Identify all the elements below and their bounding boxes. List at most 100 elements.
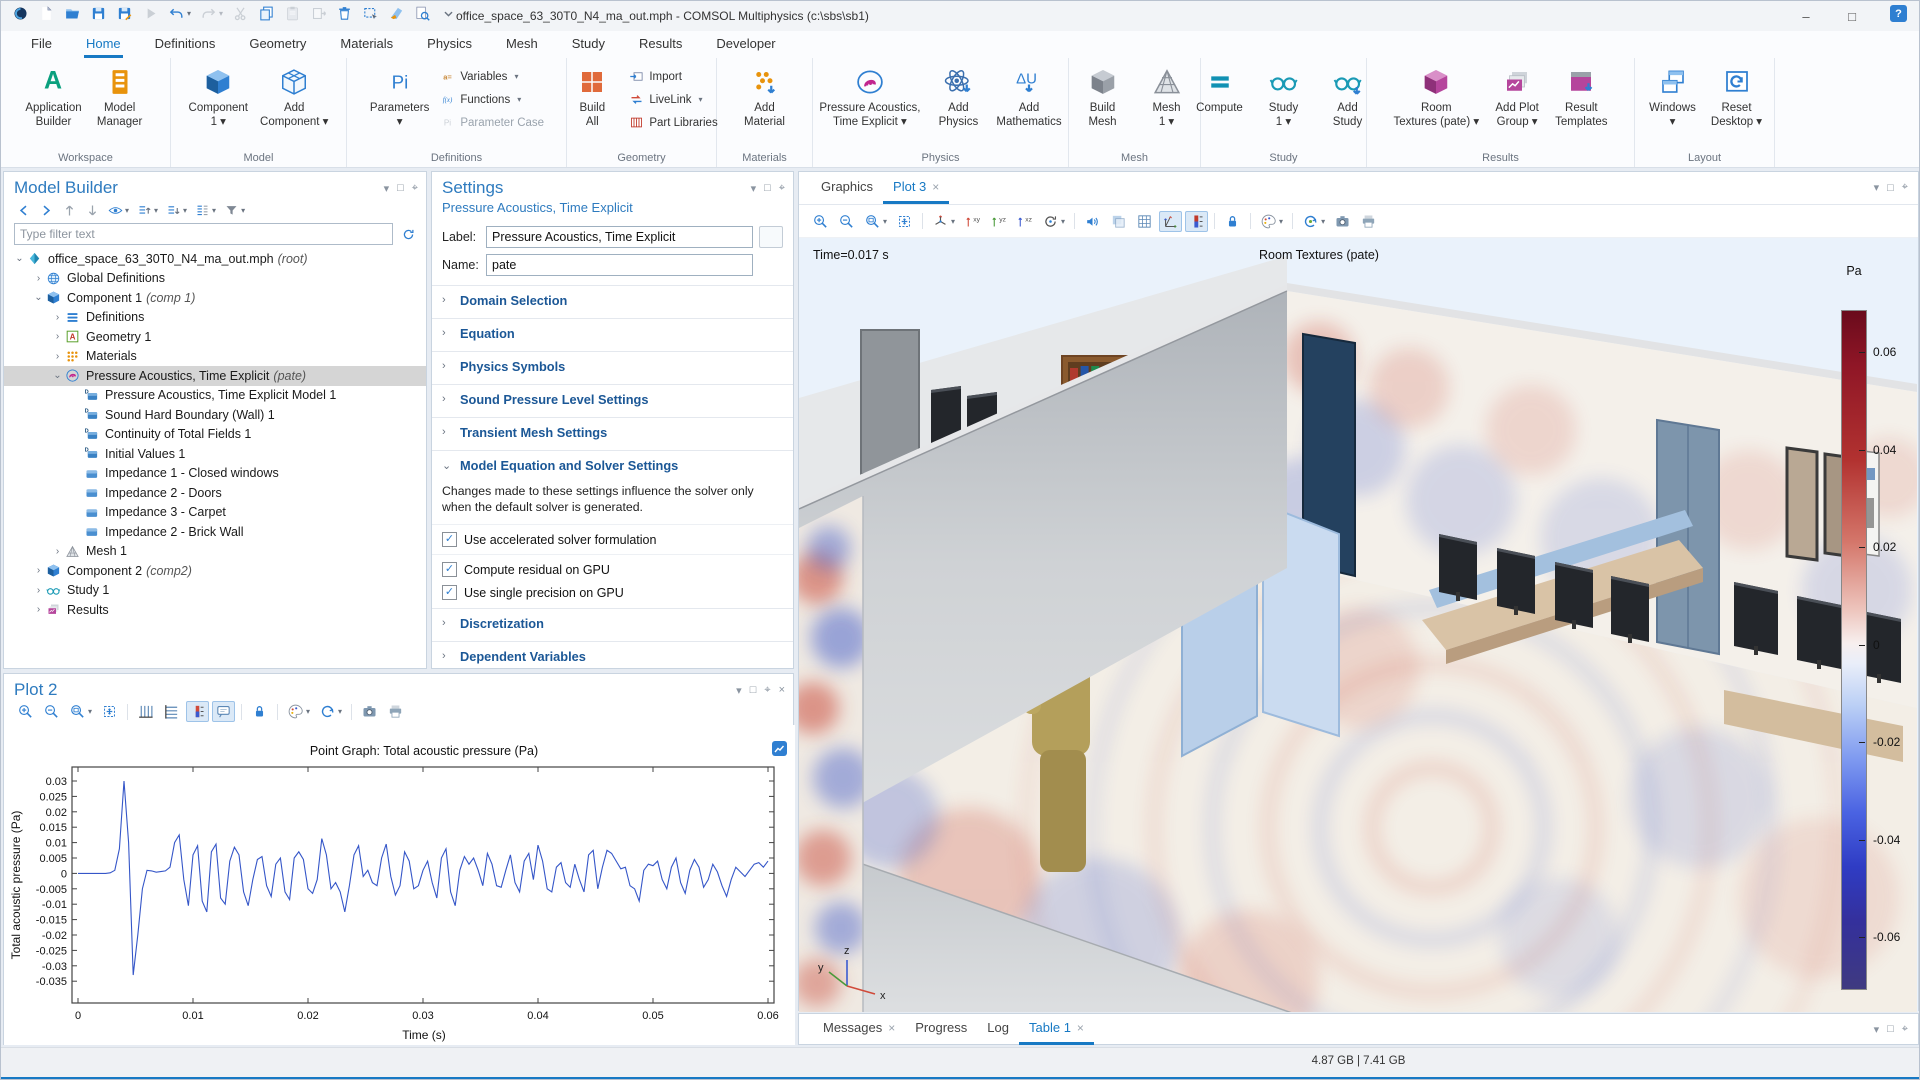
tree-filter-input[interactable]: [14, 223, 393, 245]
ribbon-add-component-button[interactable]: Add Component ▾: [255, 64, 333, 132]
panel-menu-icon[interactable]: ▾: [1874, 1023, 1880, 1036]
room-3d-scene[interactable]: z x y: [799, 238, 1918, 1012]
section-transient-mesh-settings[interactable]: › Transient Mesh Settings: [432, 418, 793, 446]
checkbox-compute-residual-on-gpu[interactable]: ✓ Compute residual on GPU: [432, 558, 793, 581]
move-up-button[interactable]: [60, 202, 79, 219]
menu-file[interactable]: File: [29, 31, 54, 58]
tree-item[interactable]: ⌄ Pressure Acoustics, Time Explicit (pate): [4, 366, 426, 386]
tree-item[interactable]: D Initial Values 1: [4, 444, 426, 464]
ribbon-part-libraries-button[interactable]: Part Libraries: [625, 114, 721, 131]
ribbon-parameter-case-button[interactable]: Pi Parameter Case: [436, 114, 548, 131]
plot-update-button[interactable]: ▾: [316, 701, 345, 722]
sound-button[interactable]: [1081, 211, 1104, 232]
float-icon[interactable]: □: [1887, 1023, 1894, 1035]
panel-menu-icon[interactable]: ▾: [736, 684, 742, 697]
ribbon-build-mesh-button[interactable]: Build Mesh: [1072, 64, 1134, 132]
point-graph-chart[interactable]: Point Graph: Total acoustic pressure (Pa…: [4, 725, 795, 1045]
panel-menu-icon[interactable]: ▾: [751, 182, 757, 195]
view-yz-button[interactable]: yz: [987, 211, 1010, 232]
pin-icon[interactable]: ⌖: [1902, 181, 1908, 194]
expander-closed-icon[interactable]: ›: [50, 351, 65, 362]
x-grid-button[interactable]: [134, 701, 157, 722]
tree-item[interactable]: D Sound Hard Boundary (Wall) 1: [4, 405, 426, 425]
tree-item[interactable]: D Pressure Acoustics, Time Explicit Model…: [4, 386, 426, 406]
open-file-button[interactable]: [61, 3, 84, 24]
y-grid-button[interactable]: [160, 701, 183, 722]
expander-closed-icon[interactable]: ›: [50, 331, 65, 342]
checkbox-use-accelerated-solver-formulation[interactable]: ✓ Use accelerated solver formulation: [432, 528, 793, 551]
menu-results[interactable]: Results: [637, 31, 684, 58]
cut-button[interactable]: [229, 3, 252, 24]
tree-item[interactable]: Impedance 1 - Closed windows: [4, 464, 426, 484]
tree-item[interactable]: Impedance 2 - Brick Wall: [4, 522, 426, 542]
tree-item[interactable]: › Materials: [4, 347, 426, 367]
zoom-in-button[interactable]: [14, 701, 37, 722]
ribbon-component-cube-button[interactable]: Component 1 ▾: [184, 64, 253, 132]
float-icon[interactable]: □: [397, 182, 404, 194]
ribbon-model-manager-button[interactable]: Model Manager: [89, 64, 151, 132]
material-sweep-button[interactable]: [385, 3, 408, 24]
checkbox-use-single-precision-on-gpu[interactable]: ✓ Use single precision on GPU: [432, 581, 793, 604]
menu-study[interactable]: Study: [570, 31, 607, 58]
zoom-extents-button[interactable]: [893, 211, 916, 232]
tree-item[interactable]: › Results: [4, 600, 426, 620]
tree-item[interactable]: D Continuity of Total Fields 1: [4, 425, 426, 445]
pin-icon[interactable]: ⌖: [779, 182, 785, 195]
menu-home[interactable]: Home: [83, 31, 123, 58]
menu-materials[interactable]: Materials: [338, 31, 395, 58]
tree-item[interactable]: › Component 2 (comp2): [4, 561, 426, 581]
tree-item[interactable]: › Study 1: [4, 581, 426, 601]
section-dependent-variables[interactable]: › Dependent Variables: [432, 642, 793, 670]
model-columns-button[interactable]: ▾: [193, 202, 218, 219]
panel-menu-icon[interactable]: ▾: [1874, 181, 1880, 194]
lock-view-button[interactable]: [1221, 211, 1244, 232]
close-icon[interactable]: ×: [1077, 1021, 1084, 1035]
float-icon[interactable]: □: [1887, 182, 1894, 194]
tab-messages[interactable]: Messages ×: [813, 1014, 905, 1045]
filter-funnel-button[interactable]: ▾: [222, 202, 247, 219]
section-equation[interactable]: › Equation: [432, 319, 793, 347]
color-palette-button[interactable]: ▾: [1257, 211, 1286, 232]
section-sound-pressure-level-settings[interactable]: › Sound Pressure Level Settings: [432, 385, 793, 413]
ribbon-study-button[interactable]: Study 1 ▾: [1253, 64, 1315, 132]
scene-update-button[interactable]: ▾: [1299, 211, 1328, 232]
name-field[interactable]: [486, 254, 753, 276]
ribbon-add-physics-button[interactable]: Add Physics: [927, 64, 989, 132]
tree-item[interactable]: › A Geometry 1: [4, 327, 426, 347]
ribbon-functions-button[interactable]: f(x) Functions ▾: [436, 91, 548, 108]
move-down-button[interactable]: [83, 202, 102, 219]
tree-item[interactable]: › Definitions: [4, 308, 426, 328]
tab-graphics[interactable]: Graphics: [811, 173, 883, 204]
snapshot-button[interactable]: [1331, 211, 1354, 232]
comsol-logo-button[interactable]: [9, 3, 32, 24]
ribbon-import-button[interactable]: Import: [625, 68, 721, 85]
menu-definitions[interactable]: Definitions: [153, 31, 218, 58]
print-button[interactable]: [384, 701, 407, 722]
collapse-tree-button[interactable]: ▾: [135, 202, 160, 219]
ribbon-livelink-button[interactable]: LiveLink ▾: [625, 91, 721, 108]
run-button[interactable]: [139, 3, 162, 24]
ribbon-add-plot-group-button[interactable]: Add Plot Group ▾: [1486, 64, 1548, 132]
nav-back-button[interactable]: [14, 202, 33, 219]
duplicate-button[interactable]: [307, 3, 330, 24]
ribbon-result-templates-button[interactable]: Result Templates: [1550, 64, 1612, 132]
refresh-icon[interactable]: [399, 226, 418, 243]
snapshot-button[interactable]: [358, 701, 381, 722]
menu-physics[interactable]: Physics: [425, 31, 474, 58]
pin-icon[interactable]: ⌖: [764, 684, 770, 697]
color-legend-button[interactable]: [1185, 210, 1209, 232]
help-icon[interactable]: ?: [1890, 5, 1907, 22]
ribbon-room-textures-button[interactable]: Room Textures (pate) ▾: [1388, 64, 1484, 132]
save-button[interactable]: [87, 3, 110, 24]
go-to-view-button[interactable]: ▾: [929, 211, 958, 232]
ribbon-add-material-button[interactable]: Add Material: [734, 64, 796, 132]
tab-plot-3[interactable]: Plot 3 ×: [883, 173, 950, 204]
expander-closed-icon[interactable]: ›: [31, 585, 46, 596]
zoom-box-button[interactable]: ▾: [861, 211, 890, 232]
delete-button[interactable]: [333, 3, 356, 24]
minimize-button[interactable]: –: [1783, 1, 1829, 31]
new-file-button[interactable]: [35, 3, 58, 24]
tree-item[interactable]: ⌄ office_space_63_30T0_N4_ma_out.mph (root…: [4, 249, 426, 269]
transparency-button[interactable]: [1107, 211, 1130, 232]
ribbon-variables-button[interactable]: a= Variables ▾: [436, 68, 548, 85]
